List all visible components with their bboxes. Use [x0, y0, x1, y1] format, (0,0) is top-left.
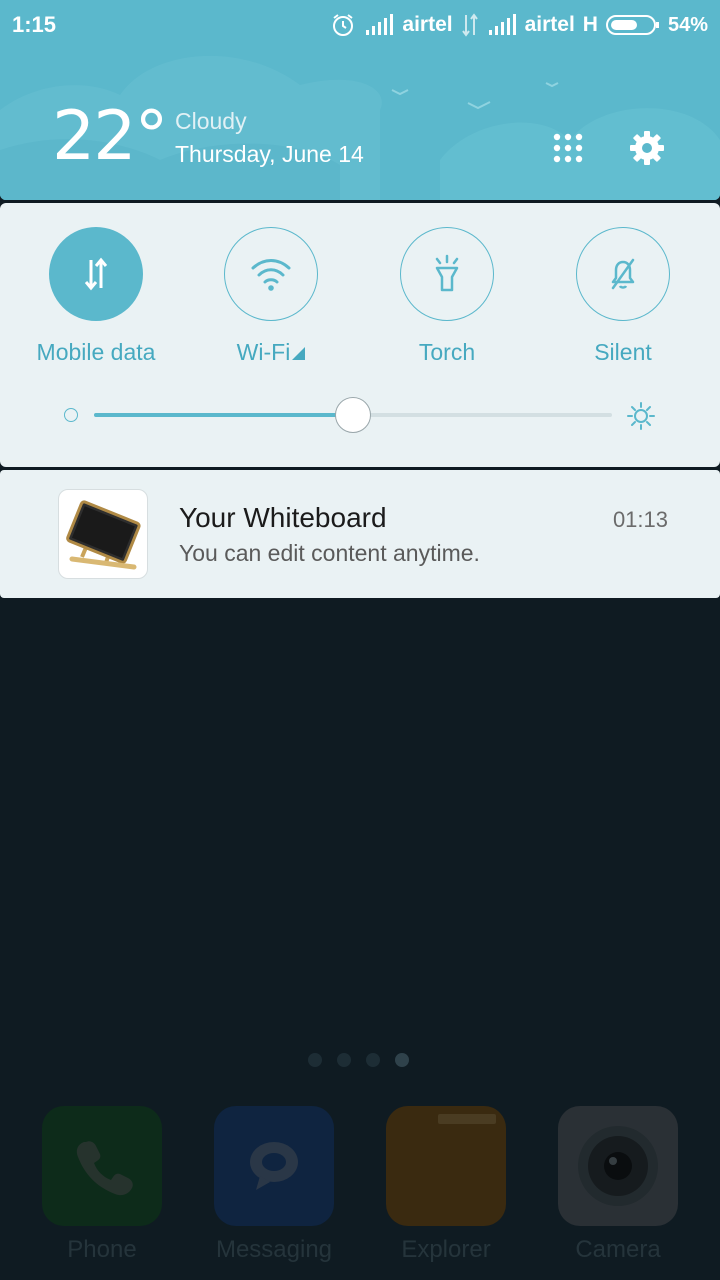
toggle-torch[interactable]: Torch	[359, 227, 535, 377]
wifi-options-triangle-icon	[292, 347, 306, 360]
network-type-label: H	[582, 13, 598, 36]
page-dot-active	[395, 1053, 409, 1067]
page-dot	[366, 1053, 380, 1067]
apps-grid-icon	[553, 133, 583, 163]
brightness-track[interactable]	[94, 397, 612, 433]
current-date: Thursday, June 14	[175, 141, 364, 167]
battery-percent: 54%	[667, 13, 708, 36]
page-dot	[337, 1053, 351, 1067]
alarm-icon	[333, 14, 354, 36]
settings-button[interactable]	[625, 126, 669, 170]
signal-icon	[488, 14, 516, 35]
notification-title: Your Whiteboard	[179, 502, 387, 533]
data-arrows-icon	[461, 13, 478, 37]
battery-icon	[605, 15, 659, 35]
toggle-label: Wi-Fi	[236, 339, 291, 365]
brightness-thumb[interactable]	[335, 397, 371, 433]
apps-grid-button[interactable]	[546, 126, 590, 170]
silent-bell-icon	[611, 258, 635, 290]
toggle-wifi-circle[interactable]	[224, 227, 318, 321]
toggle-label: Torch	[418, 339, 476, 365]
dock-app-messaging[interactable]: Messaging	[194, 1106, 354, 1266]
settings-gear-icon	[630, 131, 664, 165]
status-bar: 1:15 airtel airtel H 54%	[0, 0, 720, 50]
toggle-label: Mobile data	[36, 339, 156, 365]
status-time: 1:15	[12, 12, 57, 37]
home-page-indicator	[308, 1053, 409, 1067]
brightness-slider[interactable]	[60, 395, 660, 435]
phone-icon	[76, 1141, 133, 1196]
phone-app-icon[interactable]	[42, 1106, 162, 1226]
brightness-high-icon	[627, 402, 655, 430]
weather-condition: Cloudy	[175, 108, 247, 134]
toggle-mobile-data[interactable]: Mobile data	[8, 227, 184, 377]
dock-app-label: Camera	[575, 1236, 661, 1263]
carrier-2-label: airtel	[524, 13, 575, 36]
dock-app-explorer[interactable]: Explorer	[366, 1106, 526, 1266]
messaging-app-icon[interactable]	[214, 1106, 334, 1226]
toggle-label: Silent	[594, 339, 652, 365]
torch-icon	[435, 254, 459, 292]
notification-shade-header: 1:15 airtel airtel H 54% 22° Cloudy Thur…	[0, 0, 720, 200]
toggle-silent[interactable]: Silent	[535, 227, 711, 377]
camera-app-icon[interactable]	[558, 1106, 678, 1226]
notification-app-icon	[58, 489, 148, 579]
carrier-1-label: airtel	[402, 13, 453, 36]
dock-app-label: Explorer	[401, 1236, 491, 1263]
dock-app-label: Phone	[67, 1236, 137, 1263]
signal-icon	[366, 14, 394, 35]
toggle-mobile-data-circle[interactable]	[49, 227, 143, 321]
toggle-label-wifi: Wi-Fi	[237, 339, 306, 366]
camera-icon	[578, 1126, 658, 1206]
toggle-torch-circle[interactable]	[400, 227, 494, 321]
explorer-app-icon[interactable]	[386, 1106, 506, 1226]
notification-text: You can edit content anytime.	[179, 540, 480, 566]
mobile-data-icon	[84, 257, 108, 291]
folder-icon	[438, 1114, 496, 1124]
dock-app-camera[interactable]: Camera	[538, 1106, 698, 1266]
page-dot	[308, 1053, 322, 1067]
whiteboard-icon	[66, 500, 141, 570]
dock-app-phone[interactable]: Phone	[22, 1106, 182, 1266]
message-icon	[250, 1142, 298, 1190]
status-icons: airtel airtel H 54%	[330, 10, 708, 40]
brightness-low-icon	[64, 408, 78, 422]
temperature: 22°	[52, 97, 169, 176]
quick-settings-panel: Mobile data Wi-Fi Torch Silent	[0, 203, 720, 467]
toggle-wifi[interactable]: Wi-Fi	[183, 227, 359, 377]
brightness-fill	[94, 413, 353, 417]
notification-card[interactable]: Your Whiteboard You can edit content any…	[0, 470, 720, 598]
notification-time: 01:13	[612, 507, 668, 532]
wifi-icon	[251, 259, 291, 291]
dock-app-label: Messaging	[215, 1236, 333, 1263]
toggle-silent-circle[interactable]	[576, 227, 670, 321]
